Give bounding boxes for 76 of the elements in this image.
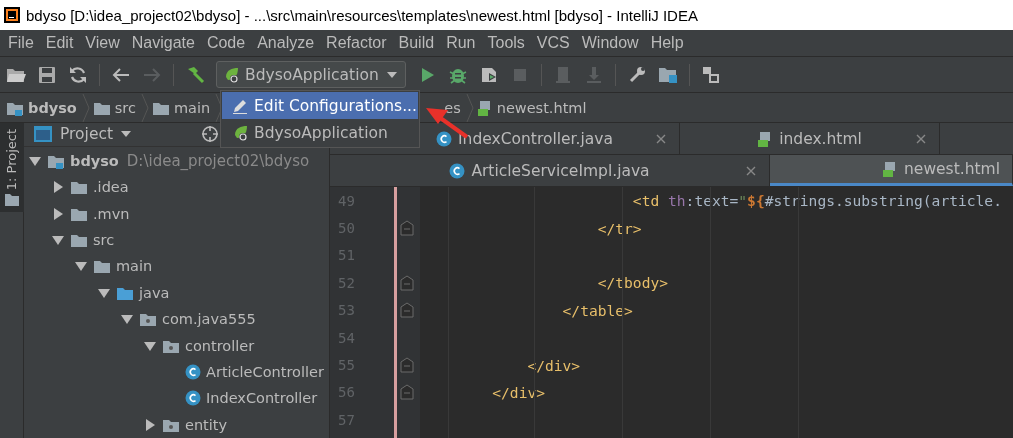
tree-item[interactable]: com.java555 (116, 306, 329, 333)
window-title: bdyso [D:\idea_project02\bdyso] - ...\src\main\resources\templates\newest.html [bdyso] - IntelliJ IDEA (26, 6, 698, 24)
menu-item[interactable]: Navigate (125, 34, 201, 52)
tree-item[interactable]: bdyso D:\idea_project02\bdyso (24, 147, 329, 175)
folder-icon (70, 179, 88, 196)
html-file-icon (476, 99, 493, 116)
package-folder-icon (139, 311, 157, 328)
class-icon (185, 390, 201, 407)
tree-item[interactable]: ArticleController (162, 358, 329, 386)
panel-title[interactable]: Project (60, 125, 114, 144)
pencil-icon (232, 97, 248, 114)
code-line: </div> (526, 356, 581, 374)
code-line: </tbody> (596, 274, 668, 292)
editor-tab[interactable]: newest.html (770, 155, 1013, 186)
menu-item[interactable]: Refactor (320, 34, 393, 52)
code-line: </table> (561, 301, 633, 319)
tree-item[interactable]: src (47, 226, 329, 254)
menu-item[interactable]: Tools (481, 34, 531, 52)
html-file-icon (882, 161, 898, 177)
class-icon (436, 130, 453, 147)
refresh-icon[interactable] (68, 64, 88, 85)
folder-icon (4, 194, 19, 207)
menu-item[interactable]: File (2, 34, 40, 52)
fold-marker-icon[interactable] (400, 384, 414, 401)
menu-item[interactable]: Edit (39, 34, 80, 52)
tree-item[interactable]: IndexController (162, 385, 329, 412)
menu-item[interactable]: Window (575, 34, 645, 52)
fold-marker-icon[interactable] (400, 220, 414, 237)
spring-leaf-icon (223, 66, 239, 83)
tree-item[interactable]: .idea (47, 174, 329, 201)
breadcrumb-item[interactable]: bdyso (6, 99, 79, 116)
fold-marker-icon[interactable] (400, 274, 414, 291)
class-icon (449, 162, 466, 179)
dropdown-caret-icon (387, 71, 397, 78)
code-line: <td th:text="${#strings.substring(article. (631, 192, 1002, 210)
tree-item[interactable]: main (70, 253, 329, 280)
menu-item[interactable]: Help (644, 34, 690, 52)
wrench-icon[interactable] (627, 64, 647, 85)
menu-item[interactable]: Run (440, 34, 482, 52)
save-icon[interactable] (37, 64, 57, 85)
menu-item[interactable]: View (79, 34, 126, 52)
menu-item[interactable]: Build (392, 34, 441, 52)
module-path: D:\idea_project02\bdyso (126, 151, 310, 170)
fold-marker-icon[interactable] (400, 357, 414, 374)
folder-icon (93, 258, 111, 275)
breadcrumb-item[interactable]: es (444, 99, 463, 116)
breadcrumb-chevron-icon (465, 93, 474, 122)
menu-item[interactable]: VCS (530, 34, 576, 52)
menu-item[interactable]: Code (200, 34, 252, 52)
close-icon[interactable] (915, 132, 927, 145)
run-configuration-dropdown[interactable]: BdysoApplication (216, 61, 406, 88)
locate-icon[interactable] (201, 125, 219, 144)
tree-item[interactable]: .mvn (47, 200, 329, 227)
tool-window-tab[interactable]: 1: Project (0, 123, 24, 213)
breadcrumb-item[interactable]: newest.html (476, 99, 589, 116)
menu-item[interactable]: Analyze (251, 34, 321, 52)
dropdown-caret-icon (121, 131, 132, 138)
code-line: </div> (491, 383, 545, 401)
breadcrumb-chevron-icon (141, 93, 149, 122)
close-icon[interactable] (745, 164, 757, 177)
menu-item[interactable]: Edit Configurations... (222, 92, 418, 119)
spring-leaf-icon (232, 124, 248, 141)
tree-item[interactable]: java (93, 279, 329, 307)
tree-item[interactable]: controller (139, 332, 329, 359)
breadcrumb-item[interactable]: main (152, 99, 213, 116)
breadcrumb-chevron-icon (81, 93, 90, 122)
breadcrumb-item[interactable]: src (92, 99, 138, 116)
fold-marker-icon[interactable] (400, 302, 414, 319)
folder-icon (70, 232, 88, 249)
window-layout-icon[interactable] (701, 64, 721, 85)
project-view-icon (34, 126, 52, 143)
tree-item[interactable]: entity (139, 411, 329, 438)
class-icon (185, 364, 201, 380)
app-logo-icon (4, 7, 20, 23)
close-icon[interactable] (655, 132, 667, 145)
code-line: </tr> (596, 219, 642, 237)
